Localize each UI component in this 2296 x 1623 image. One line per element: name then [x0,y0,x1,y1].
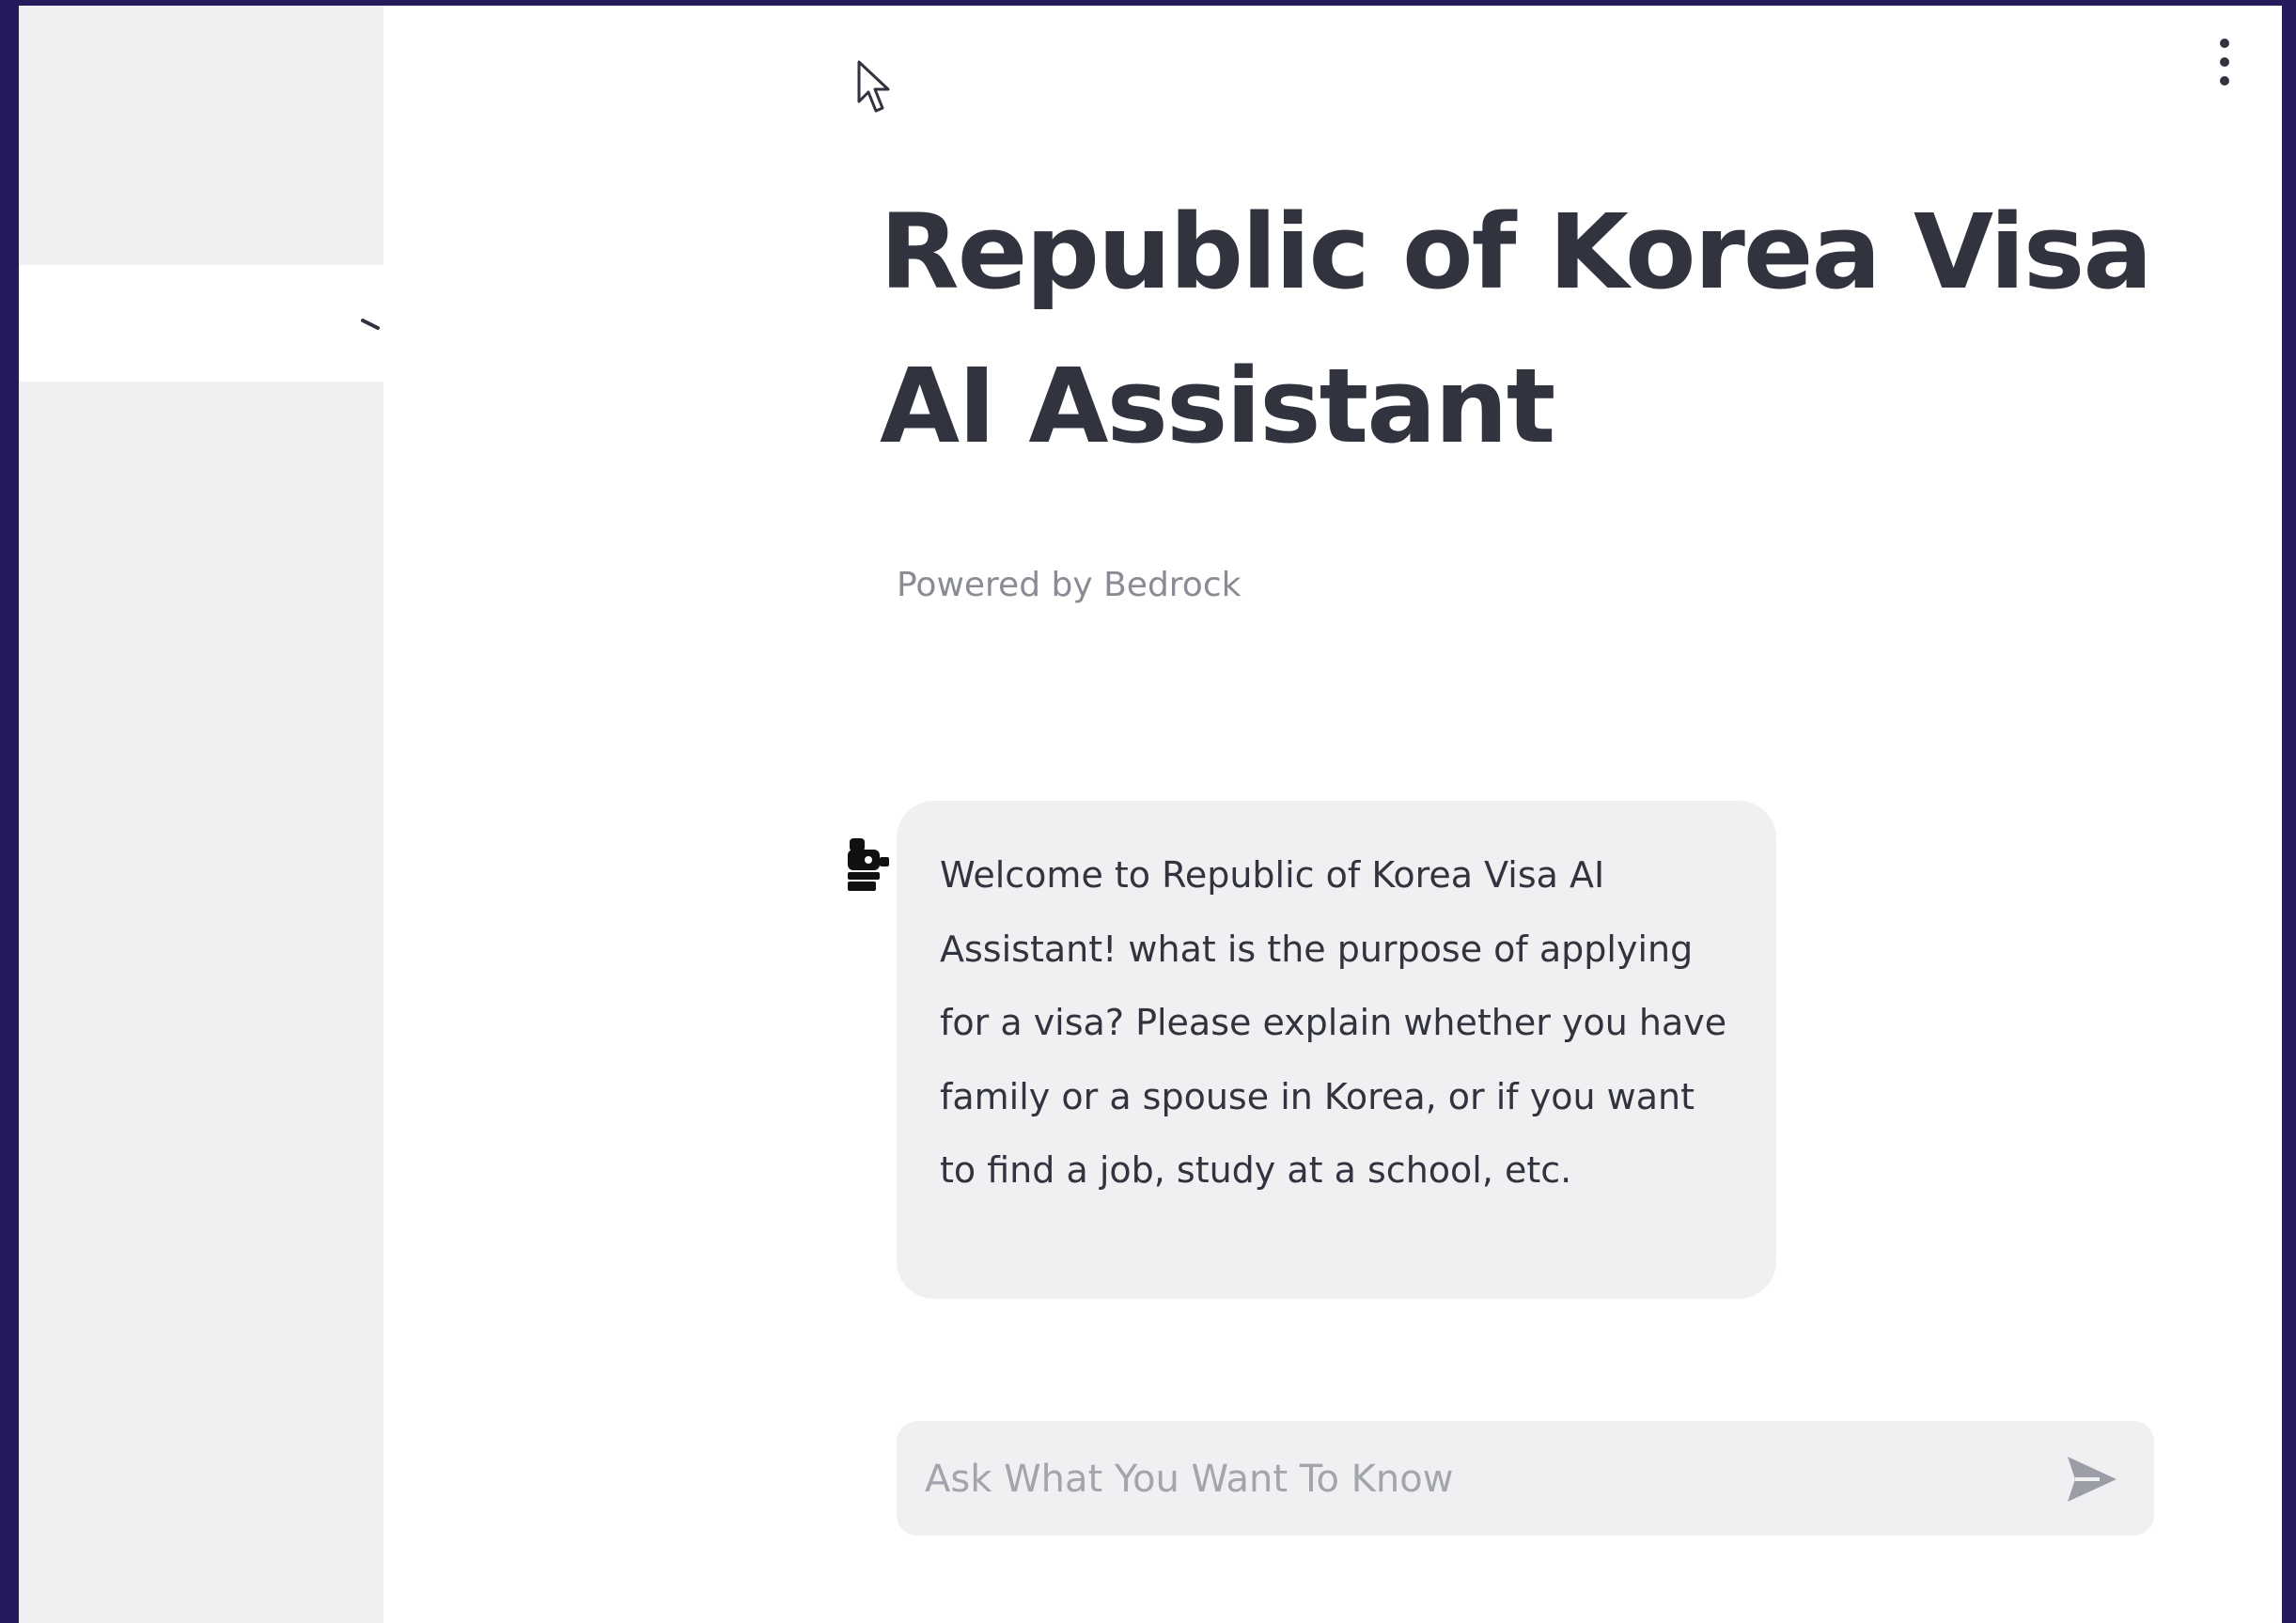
page-title: Republic of Korea Visa AI Assistant [880,192,2153,466]
app-window: Republic of Korea Visa AI Assistant Powe… [19,6,2282,1623]
chevron-down-icon[interactable] [361,318,380,331]
send-arrow-icon[interactable] [2062,1451,2122,1507]
page-subtitle: Powered by Bedrock [897,566,1242,604]
assistant-message: Welcome to Republic of Korea Visa AI Ass… [897,801,1776,1299]
sidebar [19,6,383,1623]
vertical-dots-icon[interactable] [2212,34,2237,90]
robot-icon [848,838,889,891]
sidebar-select[interactable] [19,265,383,382]
chat-input[interactable] [923,1421,2036,1537]
chat-input-container [897,1421,2154,1537]
mouse-cursor-icon [857,60,890,113]
